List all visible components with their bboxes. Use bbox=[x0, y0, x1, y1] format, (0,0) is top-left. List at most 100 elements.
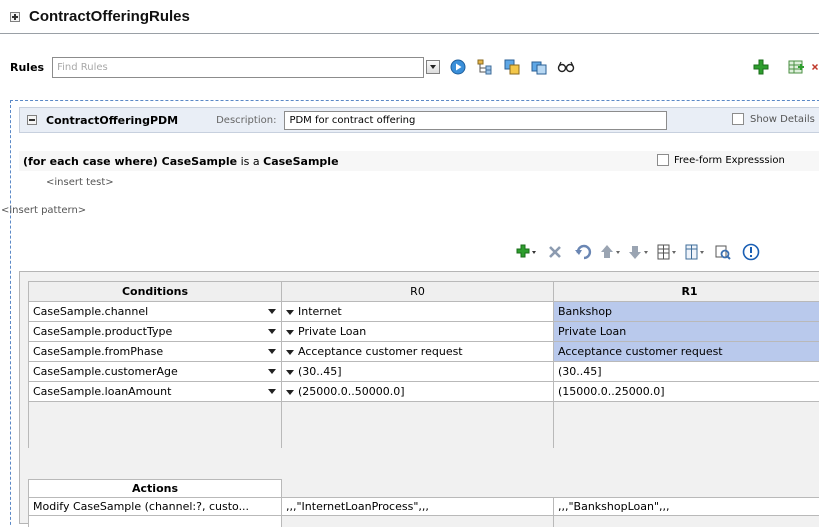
actions-header-r0 bbox=[281, 479, 554, 498]
paste-rule-icon[interactable] bbox=[530, 58, 548, 76]
chevron-down-icon[interactable] bbox=[268, 309, 276, 314]
empty-cell bbox=[281, 515, 554, 527]
r1-cell[interactable]: Bankshop bbox=[553, 301, 819, 322]
empty-cell bbox=[281, 401, 554, 448]
add-rule-icon[interactable] bbox=[752, 58, 770, 76]
r1-cell[interactable]: Private Loan bbox=[553, 321, 819, 342]
tree-view-icon[interactable] bbox=[476, 58, 494, 76]
decision-table-toolbar bbox=[511, 241, 763, 263]
rules-header: ContractOfferingRules bbox=[0, 0, 819, 34]
empty-row bbox=[28, 401, 819, 448]
table-row: CaseSample.productType Private Loan Priv… bbox=[28, 321, 819, 342]
condition-name: CaseSample.fromPhase bbox=[33, 345, 164, 358]
move-down-icon[interactable] bbox=[627, 242, 651, 262]
pattern-mid: is a bbox=[237, 154, 264, 168]
cell-value: Internet bbox=[298, 305, 342, 318]
add-table-icon[interactable] bbox=[787, 58, 805, 76]
conditions-header: Conditions bbox=[28, 281, 282, 302]
ruleset-header: ContractOfferingPDM Description: Show De… bbox=[19, 107, 819, 133]
table-row bbox=[28, 515, 819, 527]
r1-cell[interactable]: Acceptance customer request bbox=[553, 341, 819, 362]
copy-rule-icon[interactable] bbox=[503, 58, 521, 76]
condition-name: CaseSample.customerAge bbox=[33, 365, 178, 378]
show-details-checkbox[interactable] bbox=[732, 113, 744, 125]
move-up-icon[interactable] bbox=[599, 242, 623, 262]
freeform-option[interactable]: Free-form Expresssion bbox=[657, 154, 785, 166]
r0-cell[interactable]: Acceptance customer request bbox=[281, 341, 554, 362]
collapse-toggle-icon[interactable] bbox=[27, 115, 37, 125]
rule-r1-header[interactable]: R1 bbox=[553, 281, 819, 302]
conditions-table: Conditions R0 R1 CaseSample.channel Inte… bbox=[28, 281, 819, 448]
cell-value: (30..45] bbox=[298, 365, 342, 378]
chevron-down-icon[interactable] bbox=[286, 369, 294, 375]
description-label: Description: bbox=[216, 114, 277, 126]
table-row: CaseSample.fromPhase Acceptance customer… bbox=[28, 341, 819, 362]
freeform-label: Free-form Expresssion bbox=[674, 154, 785, 166]
description-field[interactable] bbox=[284, 110, 668, 130]
condition-cell[interactable]: CaseSample.loanAmount bbox=[28, 381, 282, 402]
condition-name: CaseSample.loanAmount bbox=[33, 385, 172, 398]
show-details-label: Show Details bbox=[750, 113, 815, 125]
actions-header-r1 bbox=[553, 479, 819, 498]
pattern-text[interactable]: (for each case where) CaseSample is a Ca… bbox=[23, 155, 339, 168]
empty-cell bbox=[553, 401, 819, 448]
find-rules-input[interactable] bbox=[52, 56, 425, 78]
chevron-down-icon[interactable] bbox=[268, 329, 276, 334]
actions-header: Actions bbox=[28, 479, 282, 498]
warning-icon[interactable] bbox=[739, 242, 763, 262]
freeform-checkbox[interactable] bbox=[657, 154, 669, 166]
condition-cell[interactable]: CaseSample.channel bbox=[28, 301, 282, 322]
r0-cell[interactable]: (25000.0..50000.0] bbox=[281, 381, 554, 402]
condition-name: CaseSample.productType bbox=[33, 325, 173, 338]
condition-cell[interactable]: CaseSample.fromPhase bbox=[28, 341, 282, 362]
pattern-var: CaseSample bbox=[161, 154, 238, 168]
action-cell[interactable]: Modify CaseSample (channel:?, custo... bbox=[28, 497, 282, 516]
run-icon[interactable] bbox=[449, 58, 467, 76]
chevron-down-icon[interactable] bbox=[286, 389, 294, 395]
r0-cell[interactable]: Private Loan bbox=[281, 321, 554, 342]
delete-icon[interactable] bbox=[811, 58, 819, 76]
cell-value: Private Loan bbox=[298, 325, 367, 338]
ruleset-title: ContractOfferingRules bbox=[29, 8, 190, 25]
table-row: CaseSample.channel Internet Bankshop bbox=[28, 301, 819, 322]
decision-table: Conditions R0 R1 CaseSample.channel Inte… bbox=[19, 271, 819, 527]
compact-table-icon[interactable] bbox=[683, 242, 707, 262]
chevron-down-icon[interactable] bbox=[286, 349, 294, 355]
ruleset-name: ContractOfferingPDM bbox=[46, 113, 179, 127]
action-r1-cell[interactable]: ,,,"BankshopLoan",,, bbox=[553, 497, 819, 516]
action-r0-cell[interactable]: ,,,"InternetLoanProcess",,, bbox=[281, 497, 554, 516]
chevron-down-icon[interactable] bbox=[286, 309, 294, 315]
chevron-down-icon[interactable] bbox=[268, 389, 276, 394]
find-rules-dropdown-icon[interactable] bbox=[426, 60, 441, 74]
glasses-icon[interactable] bbox=[557, 58, 575, 76]
pattern-prefix: (for each case where) bbox=[23, 154, 162, 168]
condition-cell[interactable]: CaseSample.customerAge bbox=[28, 361, 282, 382]
actions-table: Actions Modify CaseSample (channel:?, cu… bbox=[28, 479, 819, 527]
pattern-line: (for each case where) CaseSample is a Ca… bbox=[19, 151, 819, 171]
undo-icon[interactable] bbox=[571, 242, 595, 262]
rule-r0-header[interactable]: R0 bbox=[281, 281, 554, 302]
cell-value: (25000.0..50000.0] bbox=[298, 385, 405, 398]
delete-row-icon[interactable] bbox=[543, 242, 567, 262]
r0-cell[interactable]: (30..45] bbox=[281, 361, 554, 382]
table-row: Modify CaseSample (channel:?, custo... ,… bbox=[28, 497, 819, 516]
chevron-down-icon[interactable] bbox=[286, 329, 294, 335]
rules-label: Rules bbox=[10, 60, 45, 74]
r1-cell[interactable]: (15000.0..25000.0] bbox=[553, 381, 819, 402]
empty-cell bbox=[28, 401, 282, 448]
rules-toolbar: Rules bbox=[0, 52, 819, 82]
condition-cell[interactable]: CaseSample.productType bbox=[28, 321, 282, 342]
insert-pattern-link[interactable]: <insert pattern> bbox=[1, 205, 86, 216]
r0-cell[interactable]: Internet bbox=[281, 301, 554, 322]
empty-cell bbox=[28, 515, 282, 527]
r1-cell[interactable]: (30..45] bbox=[553, 361, 819, 382]
find-gaps-icon[interactable] bbox=[711, 242, 735, 262]
insert-test-link[interactable]: <insert test> bbox=[46, 177, 114, 188]
expand-toggle-icon[interactable] bbox=[10, 11, 20, 22]
chevron-down-icon[interactable] bbox=[268, 349, 276, 354]
chevron-down-icon[interactable] bbox=[268, 369, 276, 374]
table-row: CaseSample.loanAmount (25000.0..50000.0]… bbox=[28, 381, 819, 402]
split-table-icon[interactable] bbox=[655, 242, 679, 262]
show-details-option[interactable]: Show Details bbox=[732, 113, 815, 125]
add-row-icon[interactable] bbox=[515, 242, 539, 262]
